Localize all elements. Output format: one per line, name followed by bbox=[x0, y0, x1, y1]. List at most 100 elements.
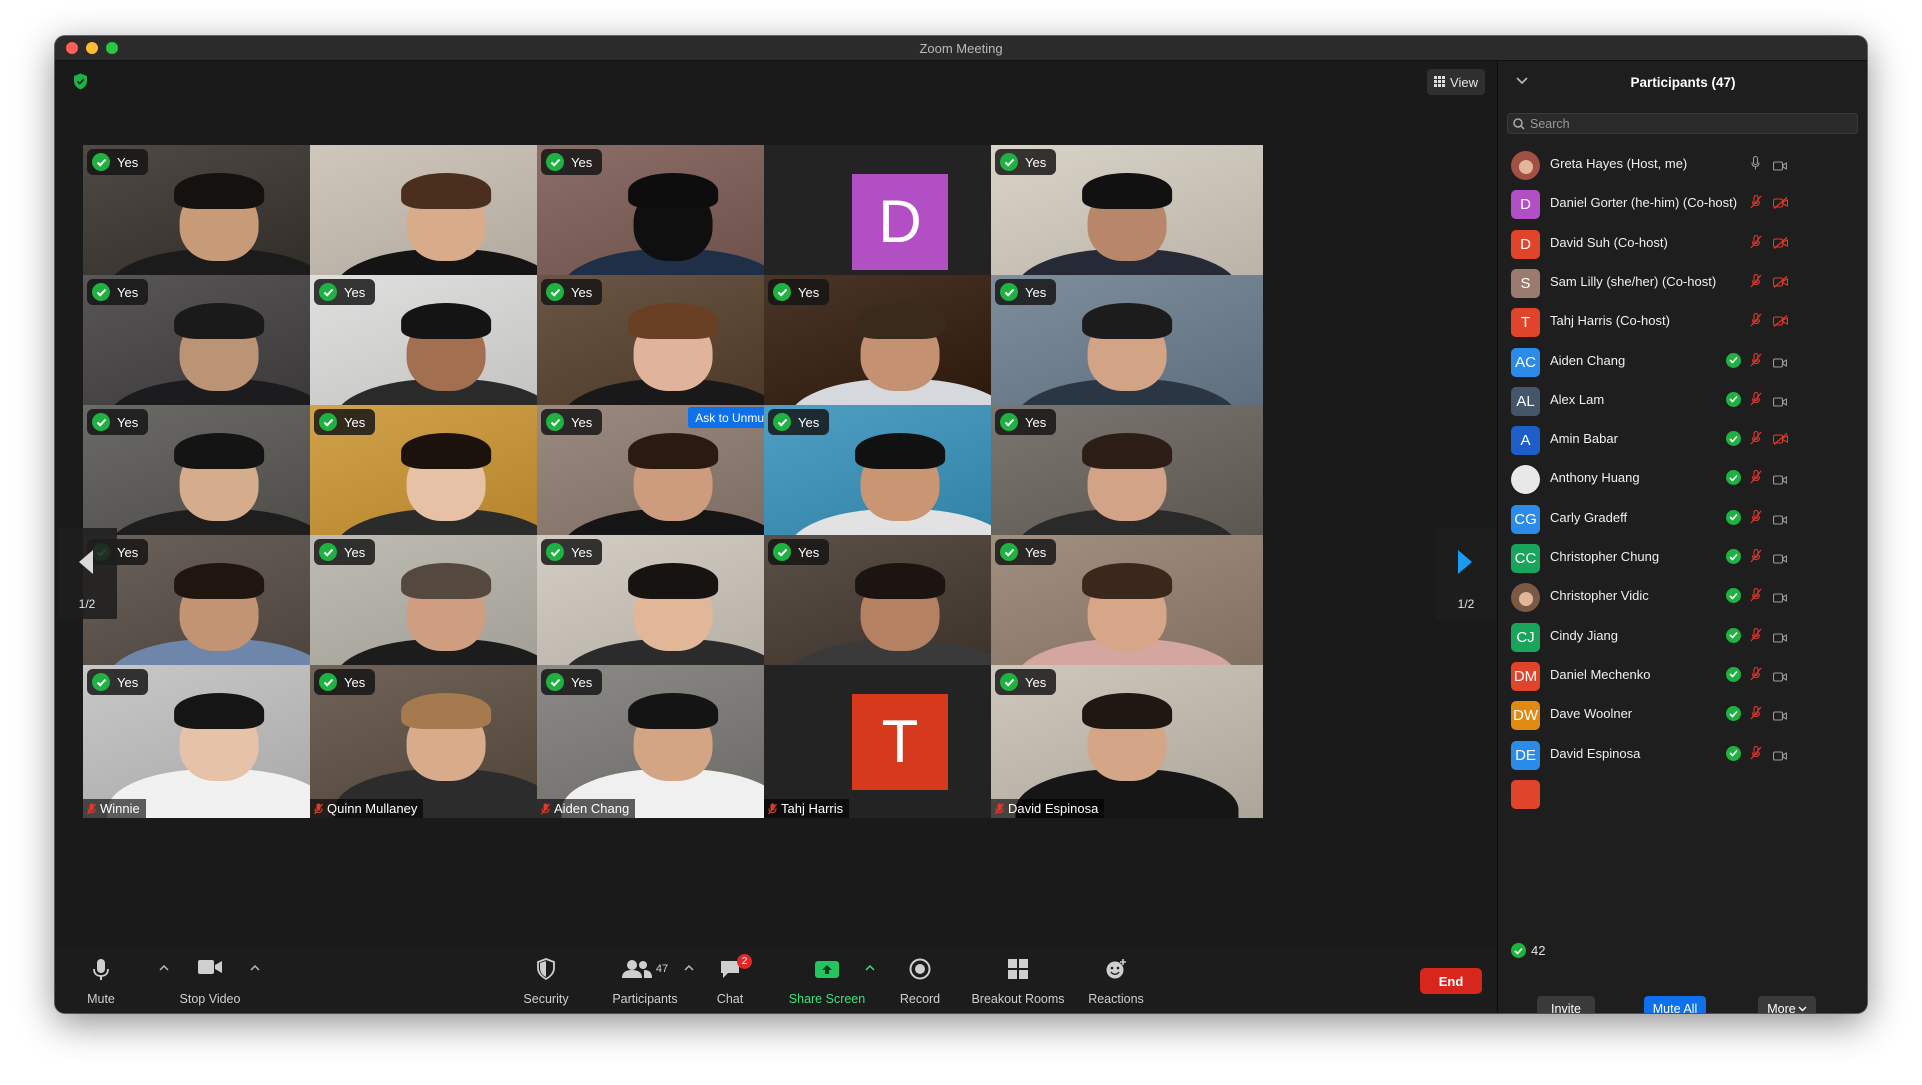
reactions-smiley-icon bbox=[1106, 959, 1126, 979]
muted-microphone-icon[interactable] bbox=[1750, 745, 1762, 765]
muted-microphone-icon[interactable] bbox=[1750, 627, 1762, 647]
security-label: Security bbox=[523, 992, 569, 1006]
yes-response-badge: Yes bbox=[541, 149, 603, 175]
audio-options-caret-icon[interactable] bbox=[159, 964, 169, 971]
muted-microphone-icon[interactable] bbox=[1750, 352, 1762, 372]
participant-name: Aiden Chang bbox=[554, 801, 630, 816]
video-person-hair bbox=[174, 302, 264, 340]
green-check-icon bbox=[319, 283, 337, 301]
yes-check-icon bbox=[1726, 745, 1741, 761]
yes-label: Yes bbox=[798, 414, 820, 430]
search-input[interactable] bbox=[1530, 116, 1830, 131]
yes-check-icon bbox=[1726, 431, 1741, 447]
participant-list-name: David Espinosa bbox=[1550, 745, 1641, 761]
participant-name: Tahj Harris bbox=[781, 801, 844, 816]
participant-name: David Espinosa bbox=[1008, 801, 1099, 816]
yes-label: Yes bbox=[117, 674, 139, 690]
yes-response-badge: Yes bbox=[314, 669, 376, 695]
yes-response-badge: Yes bbox=[87, 149, 149, 175]
muted-microphone-icon[interactable] bbox=[1750, 588, 1762, 607]
share-screen-button[interactable]: Share Screen bbox=[786, 958, 868, 1006]
muted-mic-icon bbox=[995, 803, 1004, 815]
muted-microphone-icon[interactable] bbox=[1750, 431, 1762, 450]
video-person-hair bbox=[401, 562, 491, 600]
yes-label: Yes bbox=[798, 284, 820, 300]
participant-photo-avatar bbox=[1511, 151, 1540, 180]
yes-response-badge: Yes bbox=[314, 409, 376, 435]
yes-response-badge: Yes bbox=[314, 279, 376, 305]
view-button[interactable]: View bbox=[1427, 69, 1485, 95]
participant-name-tag: Tahj Harris bbox=[764, 799, 850, 818]
record-button[interactable]: Record bbox=[893, 958, 947, 1006]
participant-name-tag: Winnie bbox=[83, 799, 146, 818]
participant-list-name: Anthony Huang bbox=[1550, 470, 1640, 486]
next-page-button[interactable]: 1/2 bbox=[1436, 528, 1496, 619]
muted-microphone-icon[interactable] bbox=[1750, 706, 1762, 725]
reactions-button[interactable]: Reactions bbox=[1083, 958, 1149, 1006]
video-off-icon bbox=[1772, 314, 1789, 332]
yes-response-badge: Yes bbox=[995, 539, 1057, 565]
participants-caret-icon[interactable] bbox=[684, 964, 694, 971]
yes-response-badge: Yes bbox=[541, 279, 603, 305]
participant-initials-avatar: DE bbox=[1511, 740, 1540, 770]
yes-check-icon bbox=[1726, 352, 1741, 368]
green-check-icon bbox=[319, 413, 337, 431]
share-screen-icon bbox=[815, 961, 839, 978]
stop-video-button[interactable]: Stop Video bbox=[175, 958, 245, 1006]
participant-initials-avatar: AL bbox=[1511, 386, 1540, 416]
participant-initials-avatar: A bbox=[1511, 426, 1540, 456]
video-camera-icon bbox=[1772, 512, 1788, 530]
yes-check-icon bbox=[1726, 470, 1741, 486]
previous-page-button[interactable]: 1/2 bbox=[57, 528, 117, 619]
participant-initials-avatar: AC bbox=[1511, 347, 1540, 377]
share-options-caret-icon[interactable] bbox=[865, 964, 875, 971]
security-button[interactable]: Security bbox=[516, 958, 576, 1006]
participant-name-tag: David Espinosa bbox=[991, 799, 1105, 818]
participants-count: 47 bbox=[655, 963, 669, 975]
video-options-caret-icon[interactable] bbox=[250, 964, 260, 971]
participant-row[interactable] bbox=[1498, 769, 1867, 817]
participant-initials-avatar: CJ bbox=[1511, 622, 1540, 652]
muted-microphone-icon[interactable] bbox=[1750, 195, 1762, 214]
microphone-icon[interactable] bbox=[1751, 155, 1760, 175]
video-person-hair bbox=[1082, 562, 1172, 600]
yes-label: Yes bbox=[571, 284, 593, 300]
yes-label: Yes bbox=[1025, 674, 1047, 690]
muted-microphone-icon[interactable] bbox=[1750, 548, 1762, 568]
yes-check-icon bbox=[1726, 588, 1741, 604]
yes-check-icon bbox=[1726, 666, 1741, 682]
muted-microphone-icon[interactable] bbox=[1750, 509, 1762, 529]
yes-check-icon bbox=[1726, 391, 1741, 407]
yes-label: Yes bbox=[1025, 284, 1047, 300]
video-person-hair bbox=[174, 562, 264, 600]
breakout-rooms-button[interactable]: Breakout Rooms bbox=[963, 958, 1073, 1006]
video-camera-icon bbox=[1772, 630, 1788, 648]
muted-microphone-icon[interactable] bbox=[1750, 470, 1762, 489]
video-tile[interactable]: Yes David Espinosa bbox=[991, 665, 1263, 818]
muted-microphone-icon[interactable] bbox=[1750, 391, 1762, 411]
muted-microphone-icon[interactable] bbox=[1750, 313, 1762, 332]
video-person-hair bbox=[174, 692, 264, 730]
chevron-right-icon bbox=[1458, 550, 1472, 574]
muted-microphone-icon[interactable] bbox=[1750, 234, 1762, 254]
chat-button[interactable]: 2 Chat bbox=[708, 954, 752, 1006]
participant-search[interactable] bbox=[1507, 113, 1858, 134]
more-button[interactable]: More bbox=[1758, 996, 1816, 1013]
participant-list-name: Daniel Mechenko bbox=[1550, 666, 1651, 682]
muted-microphone-icon[interactable] bbox=[1750, 273, 1762, 293]
mute-button[interactable]: Mute bbox=[77, 958, 125, 1006]
encryption-shield-icon[interactable] bbox=[73, 73, 88, 95]
chat-unread-badge: 2 bbox=[737, 954, 752, 969]
muted-mic-icon bbox=[87, 803, 96, 815]
participants-button[interactable]: 47 Participants bbox=[603, 958, 687, 1006]
mute-all-button[interactable]: Mute All bbox=[1644, 996, 1706, 1013]
yes-response-badge: Yes bbox=[768, 409, 830, 435]
muted-microphone-icon[interactable] bbox=[1750, 666, 1762, 686]
green-check-icon bbox=[1000, 673, 1018, 691]
invite-button[interactable]: Invite bbox=[1537, 996, 1595, 1013]
end-meeting-button[interactable]: End bbox=[1420, 968, 1482, 994]
participant-list[interactable]: Greta Hayes (Host, me) D Daniel Gorter (he… bbox=[1498, 140, 1867, 917]
participant-initials-avatar: D bbox=[1511, 229, 1540, 259]
stop-video-label: Stop Video bbox=[179, 992, 241, 1006]
page-indicator-left: 1/2 bbox=[78, 597, 96, 611]
